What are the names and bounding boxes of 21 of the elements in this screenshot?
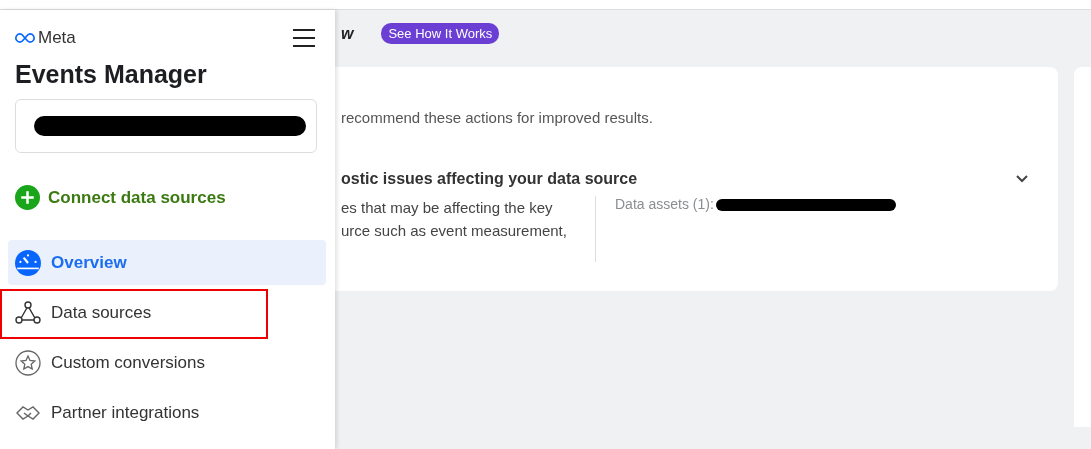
data-assets-label: Data assets (1): (615, 196, 714, 212)
issue-description-line: es that may be affecting the key (341, 198, 554, 218)
nav-item[interactable]: Data sources (8, 290, 326, 335)
page-title: w (341, 24, 354, 43)
nav-item[interactable]: Partner integrations (8, 390, 326, 435)
gauge-icon (15, 249, 41, 276)
intro-text: recommend these actions for improved results. (341, 109, 654, 126)
network-triangle-icon (15, 300, 41, 325)
nav-item[interactable]: Overview (8, 240, 326, 285)
plus-icon (15, 185, 40, 210)
menu-icon[interactable] (293, 29, 315, 47)
issue-title: ostic issues affecting your data source (341, 170, 638, 188)
brand-name: Meta (38, 28, 76, 48)
connect-data-sources-button[interactable]: Connect data sources (15, 185, 226, 210)
account-selector[interactable] (15, 99, 317, 153)
see-how-it-works-link[interactable]: See How It Works (381, 23, 500, 44)
app-title: Events Manager (14, 59, 208, 89)
nav-item[interactable]: Custom conversions (8, 340, 326, 385)
chevron-icon[interactable] (1016, 175, 1028, 183)
infinity-logo-icon (15, 33, 35, 43)
issue-description-line: urce such as event measurement, (341, 221, 568, 241)
